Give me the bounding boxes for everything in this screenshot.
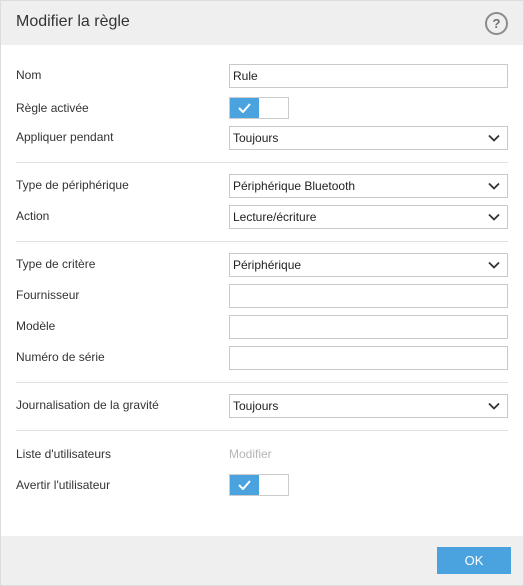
action-select-value: Lecture/écriture [233, 210, 317, 224]
name-label: Nom [16, 68, 42, 82]
notify-label: Avertir l'utilisateur [16, 478, 111, 492]
device-type-row: Type de périphérique Périphérique Blueto… [16, 174, 508, 198]
serial-input[interactable] [230, 348, 493, 368]
name-row: Nom [16, 64, 508, 88]
logging-label: Journalisation de la gravité [16, 398, 159, 412]
user-list-row: Liste d'utilisateurs Modifier [16, 443, 508, 467]
device-type-select-value: Périphérique Bluetooth [233, 179, 356, 193]
apply-row: Appliquer pendant Toujours [16, 126, 508, 150]
apply-select[interactable]: Toujours [229, 126, 508, 150]
name-input[interactable] [230, 66, 493, 86]
checkmark-icon [238, 103, 251, 113]
separator [16, 162, 508, 163]
model-input[interactable] [230, 317, 493, 337]
ok-button[interactable]: OK [437, 547, 511, 574]
action-label: Action [16, 209, 50, 223]
vendor-field[interactable] [229, 284, 508, 308]
notify-row: Avertir l'utilisateur [16, 474, 508, 498]
rule-dialog: Modifier la règle ? Nom Règle activée Ap… [0, 0, 524, 586]
criteria-type-row: Type de critère Périphérique [16, 253, 508, 277]
toggle-on-indicator [230, 475, 259, 495]
logging-row: Journalisation de la gravité Toujours [16, 394, 508, 418]
notify-toggle[interactable] [229, 474, 289, 496]
model-field[interactable] [229, 315, 508, 339]
logging-select-value: Toujours [233, 399, 279, 413]
action-row: Action Lecture/écriture [16, 205, 508, 229]
device-type-label: Type de périphérique [16, 178, 129, 192]
chevron-down-icon [488, 261, 500, 269]
name-field[interactable] [229, 64, 508, 88]
model-label: Modèle [16, 319, 56, 333]
enabled-label: Règle activée [16, 101, 89, 115]
dialog-title: Modifier la règle [16, 13, 130, 30]
chevron-down-icon [488, 134, 500, 142]
apply-label: Appliquer pendant [16, 130, 114, 144]
device-type-select[interactable]: Périphérique Bluetooth [229, 174, 508, 198]
chevron-down-icon [488, 213, 500, 221]
action-select[interactable]: Lecture/écriture [229, 205, 508, 229]
chevron-down-icon [488, 402, 500, 410]
model-row: Modèle [16, 315, 508, 339]
logging-select[interactable]: Toujours [229, 394, 508, 418]
user-list-label: Liste d'utilisateurs [16, 447, 112, 461]
toggle-on-indicator [230, 98, 259, 118]
vendor-input[interactable] [230, 286, 493, 306]
serial-label: Numéro de série [16, 350, 105, 364]
dialog-footer: OK [1, 536, 523, 585]
separator [16, 430, 508, 431]
modify-users-link[interactable]: Modifier [229, 447, 272, 461]
vendor-label: Fournisseur [16, 288, 80, 302]
help-icon[interactable]: ? [485, 12, 508, 35]
criteria-type-select-value: Périphérique [233, 258, 302, 272]
separator [16, 241, 508, 242]
enabled-row: Règle activée [16, 97, 508, 121]
serial-field[interactable] [229, 346, 508, 370]
checkmark-icon [238, 480, 251, 490]
vendor-row: Fournisseur [16, 284, 508, 308]
title-bar: Modifier la règle ? [1, 1, 523, 45]
criteria-type-select[interactable]: Périphérique [229, 253, 508, 277]
serial-row: Numéro de série [16, 346, 508, 370]
apply-select-value: Toujours [233, 131, 279, 145]
enabled-toggle[interactable] [229, 97, 289, 119]
criteria-type-label: Type de critère [16, 257, 96, 271]
chevron-down-icon [488, 182, 500, 190]
separator [16, 382, 508, 383]
